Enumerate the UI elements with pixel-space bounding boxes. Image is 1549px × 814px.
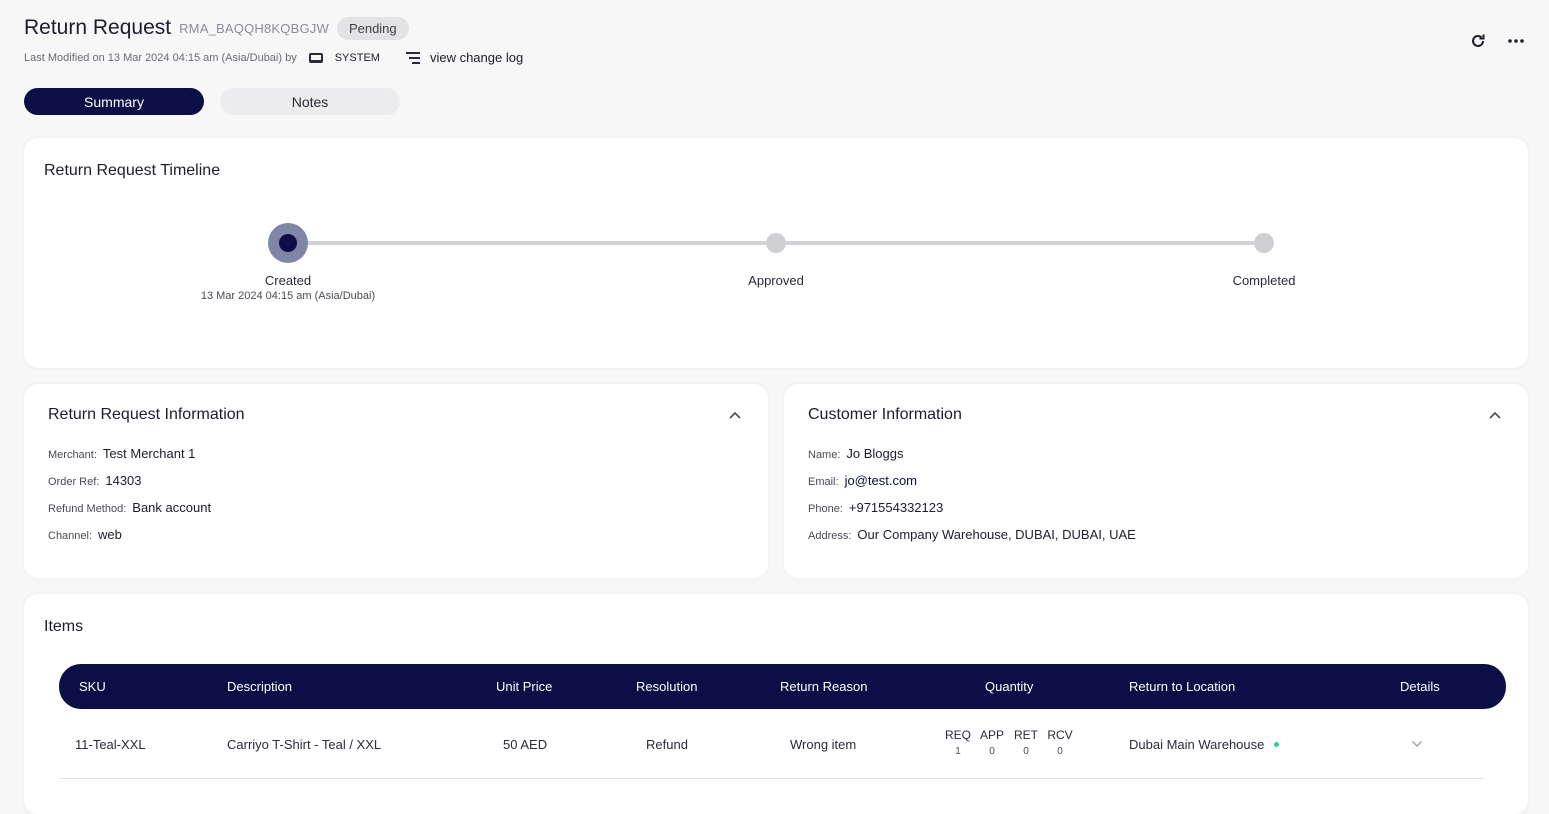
- field-value: web: [98, 527, 122, 542]
- items-card: Items SKU Description Unit Price Resolut…: [24, 594, 1528, 814]
- refresh-icon[interactable]: [1469, 32, 1487, 50]
- qty-value: 0: [989, 746, 995, 757]
- tab-summary[interactable]: Summary: [24, 88, 204, 115]
- field-label: Merchant:: [48, 449, 97, 461]
- cell-sku: 11-Teal-XXL: [75, 736, 146, 752]
- column-header-quantity: Quantity: [985, 679, 1034, 694]
- cell-return-reason: Wrong item: [790, 736, 857, 752]
- timeline-node-approved: [766, 233, 786, 253]
- qty-label: APP: [979, 728, 1004, 742]
- qty-value: 1: [955, 746, 961, 757]
- qty-label: REQ: [945, 728, 972, 742]
- field-order-ref: Order Ref: 14303: [48, 473, 142, 488]
- rma-id: RMA_BAQQH8KQBGJW: [179, 20, 329, 36]
- items-title: Items: [44, 618, 84, 635]
- qty-req: REQ 1: [945, 728, 971, 757]
- field-address: Address: Our Company Warehouse, DUBAI, D…: [808, 527, 1136, 542]
- field-value: Test Merchant 1: [102, 446, 196, 461]
- column-header-details: Details: [1400, 679, 1440, 694]
- location-name: Dubai Main Warehouse: [1129, 736, 1265, 752]
- field-value: Jo Bloggs: [846, 446, 904, 461]
- more-options-icon[interactable]: [1507, 32, 1525, 50]
- field-channel: Channel: web: [48, 527, 122, 542]
- return-info-card: Return Request Information Merchant: Tes…: [24, 384, 768, 578]
- chevron-down-icon[interactable]: [1411, 740, 1423, 748]
- email-link[interactable]: jo@test.com: [845, 473, 917, 488]
- qty-ret: RET 0: [1013, 728, 1039, 757]
- field-value: Our Company Warehouse, DUBAI, DUBAI, UAE: [857, 527, 1136, 542]
- return-info-title: Return Request Information: [48, 406, 245, 423]
- view-change-log-link[interactable]: view change log: [430, 50, 523, 65]
- cell-quantity: REQ 1 APP 0 RET 0 RCV 0: [945, 728, 1073, 757]
- column-header-description: Description: [227, 679, 293, 694]
- top-actions: [1469, 32, 1525, 50]
- field-value: Bank account: [132, 500, 212, 515]
- column-header-sku: SKU: [79, 679, 106, 694]
- laptop-icon: [308, 52, 323, 63]
- customer-info-card: Customer Information Name: Jo Bloggs Ema…: [784, 384, 1528, 578]
- column-header-return-reason: Return Reason: [780, 679, 868, 694]
- field-label: Address:: [808, 530, 852, 542]
- field-name: Name: Jo Bloggs: [808, 446, 904, 461]
- modified-by: SYSTEM: [334, 51, 380, 64]
- cell-description: Carriyo T-Shirt - Teal / XXL: [227, 736, 382, 752]
- tab-notes[interactable]: Notes: [220, 88, 400, 115]
- field-label: Order Ref:: [48, 476, 100, 488]
- column-header-unit-price: Unit Price: [496, 679, 553, 694]
- field-phone: Phone: +971554332123: [808, 500, 943, 515]
- timeline-step-label: Created: [264, 273, 312, 288]
- chevron-up-icon[interactable]: [728, 410, 742, 420]
- meta-row: Last Modified on 13 Mar 2024 04:15 am (A…: [24, 50, 1525, 65]
- last-modified-text: Last Modified on 13 Mar 2024 04:15 am (A…: [24, 51, 297, 64]
- field-value: 14303: [105, 473, 142, 488]
- timeline-step-label: Completed: [1232, 273, 1296, 288]
- list-icon: [405, 51, 420, 64]
- page-title: Return Request: [24, 16, 172, 39]
- qty-value: 0: [1023, 746, 1029, 757]
- field-label: Name:: [808, 449, 841, 461]
- column-header-return-location: Return to Location: [1129, 679, 1236, 694]
- title-row: Return Request RMA_BAQQH8KQBGJW Pending: [24, 16, 1525, 40]
- timeline-step-label: Approved: [748, 273, 804, 288]
- timeline-node-created: [268, 223, 308, 263]
- column-header-resolution: Resolution: [636, 679, 698, 694]
- qty-label: RET: [1014, 728, 1038, 742]
- field-merchant: Merchant: Test Merchant 1: [48, 446, 195, 461]
- chevron-up-icon[interactable]: [1488, 410, 1502, 420]
- field-refund-method: Refund Method: Bank account: [48, 500, 211, 515]
- status-dot-icon: [1274, 741, 1280, 747]
- customer-info-title: Customer Information: [808, 406, 962, 423]
- cell-resolution: Refund: [646, 736, 688, 752]
- field-value: +971554332123: [848, 500, 944, 515]
- cell-unit-price: 50 AED: [503, 736, 548, 752]
- field-label: Refund Method:: [48, 503, 127, 515]
- field-email: Email: jo@test.com: [808, 473, 917, 488]
- table-header: SKU Description Unit Price Resolution Re…: [59, 664, 1506, 709]
- timeline-card: Return Request Timeline Created 13 Mar 2…: [24, 138, 1528, 368]
- status-badge: Pending: [336, 16, 409, 40]
- field-label: Email:: [808, 476, 839, 488]
- timeline-step-date: 13 Mar 2024 04:15 am (Asia/Dubai): [200, 290, 376, 302]
- qty-value: 0: [1057, 746, 1063, 757]
- timeline-node-completed: [1254, 233, 1274, 253]
- field-label: Channel:: [48, 530, 93, 542]
- cell-return-location: Dubai Main Warehouse: [1129, 710, 1280, 778]
- timeline-title: Return Request Timeline: [44, 162, 221, 179]
- qty-rcv: RCV 0: [1047, 728, 1073, 757]
- tab-bar: Summary Notes: [24, 88, 400, 115]
- qty-app: APP 0: [979, 728, 1005, 757]
- field-label: Phone:: [808, 503, 843, 515]
- qty-label: RCV: [1047, 728, 1073, 742]
- table-row: 11-Teal-XXL Carriyo T-Shirt - Teal / XXL…: [59, 710, 1483, 779]
- page-header: Return Request RMA_BAQQH8KQBGJW Pending …: [24, 16, 1525, 76]
